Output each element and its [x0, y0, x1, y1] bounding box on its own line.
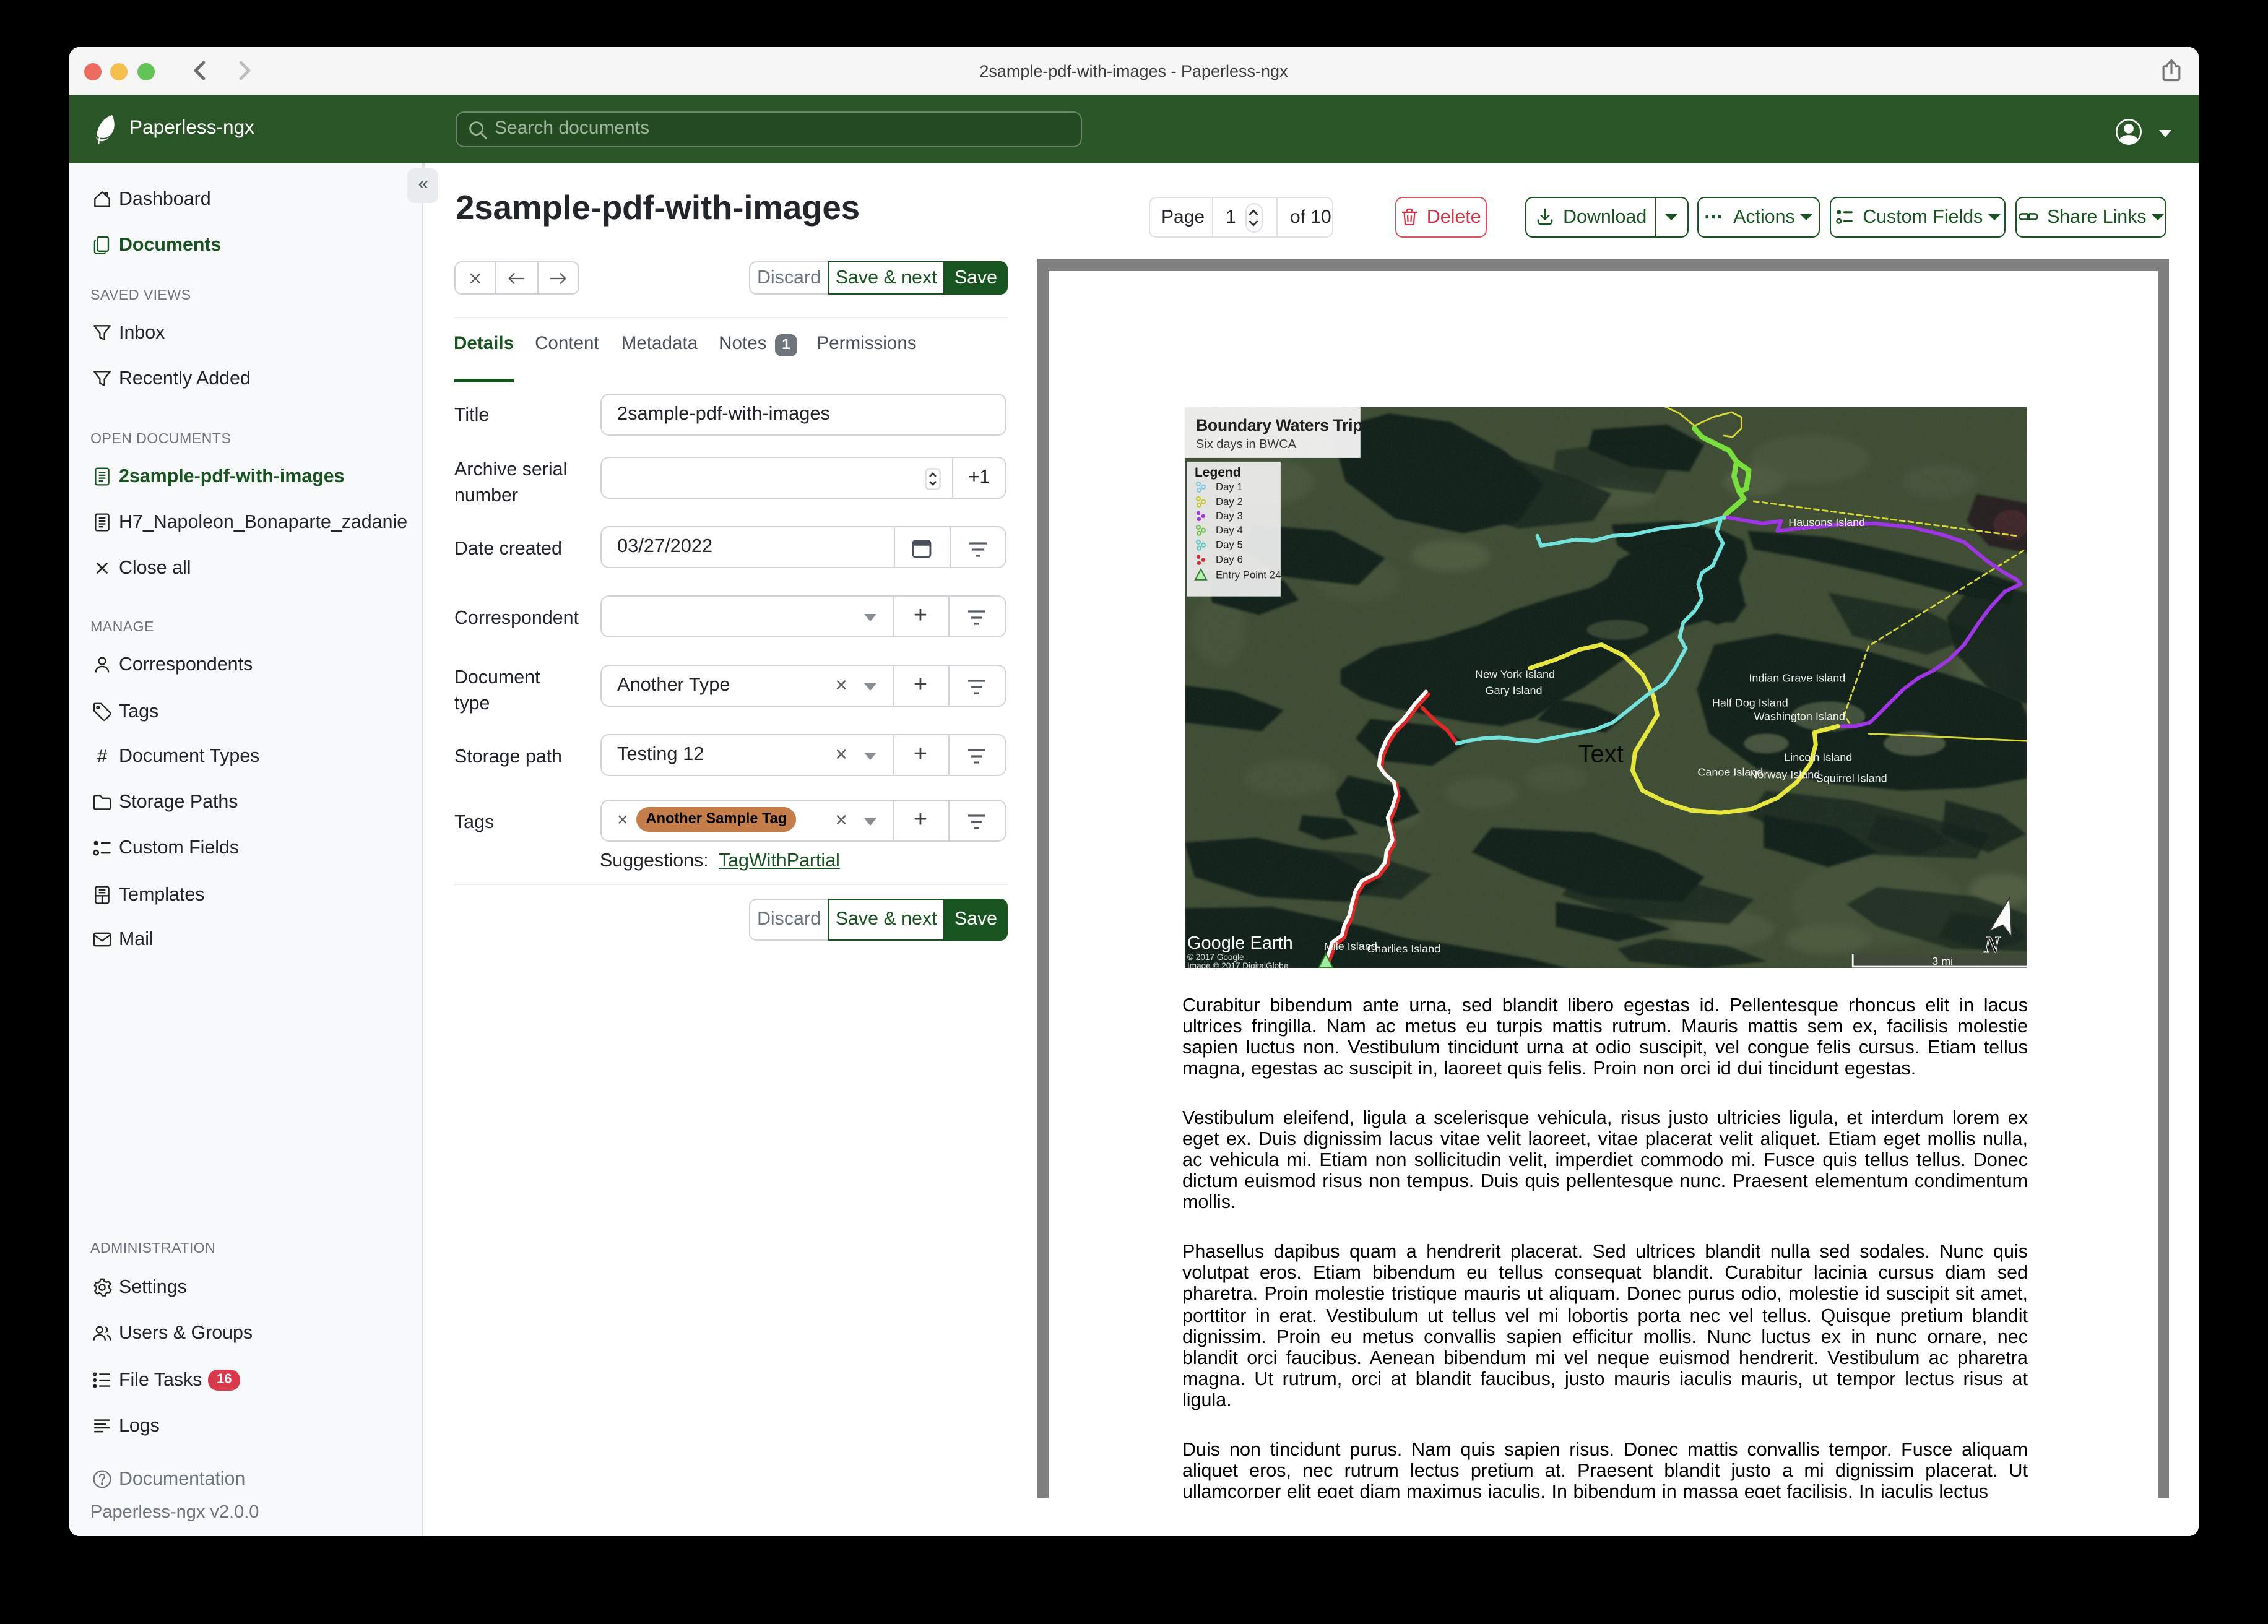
svg-text:#: # — [97, 746, 107, 767]
